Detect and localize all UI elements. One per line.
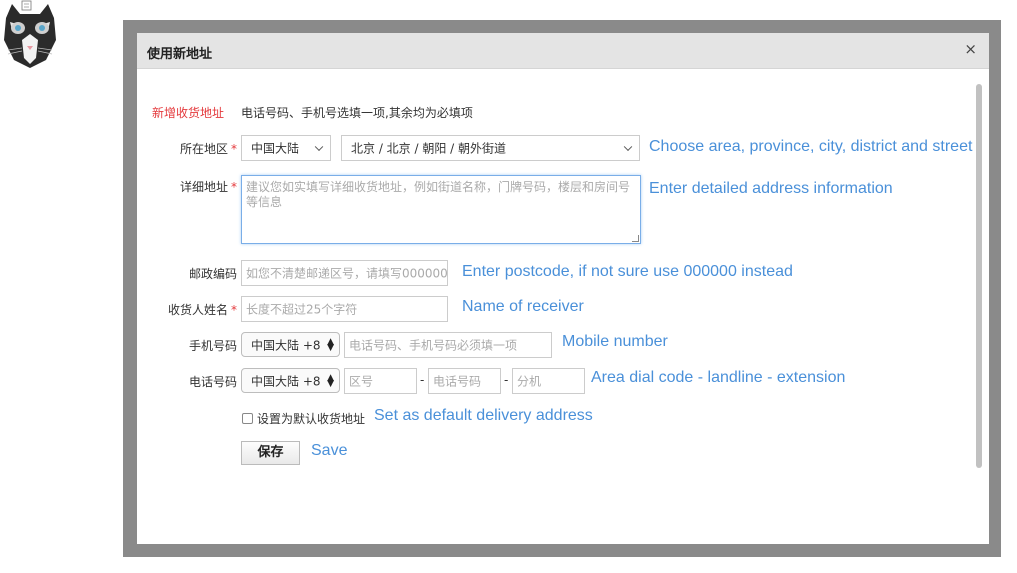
required-mark: * (231, 303, 237, 317)
mobile-placeholder: 电话号码、手机号码必须填一项 (349, 338, 518, 353)
chevron-down-icon (623, 142, 633, 152)
dialog-header: 使用新地址 × (137, 33, 989, 69)
address-label-wrap: 详细地址 * (137, 178, 237, 195)
postcode-label: 邮政编码 (188, 267, 237, 281)
receiver-name-input[interactable]: 长度不超过25个字符 (241, 296, 448, 322)
mobile-hint: Mobile number (562, 333, 668, 350)
postcode-input[interactable]: 如您不清楚邮递区号，请填写000000 (241, 260, 448, 286)
default-address-hint: Set as default delivery address (374, 407, 593, 424)
required-mark: * (231, 142, 237, 156)
dialog-title: 使用新地址 (147, 47, 213, 62)
extension-input[interactable]: 分机 (512, 368, 585, 394)
landline-number-placeholder: 电话号码 (433, 374, 482, 389)
cat-avatar-icon (4, 0, 56, 68)
mobile-country-code-select[interactable]: 中国大陆 +86 ▲ ▼ (241, 332, 340, 357)
area-code-placeholder: 区号 (349, 374, 374, 389)
postcode-hint: Enter postcode, if not sure use 000000 i… (462, 263, 793, 280)
receiver-hint: Name of receiver (462, 298, 584, 315)
region-label-wrap: 所在地区 * (137, 140, 237, 157)
select-arrows-icon: ▲ ▼ (327, 336, 334, 353)
form-heading: 新增收货地址 (152, 106, 225, 120)
form-note: 电话号码、手机号选填一项,其余均为必填项 (241, 106, 473, 120)
address-placeholder: 建议您如实填写详细收货地址，例如街道名称，门牌号码，楼层和房间号等信息 (246, 180, 631, 209)
country-select-value: 中国大陆 (251, 141, 300, 156)
close-icon[interactable]: × (964, 40, 977, 58)
region-label: 所在地区 (179, 142, 228, 156)
mobile-input[interactable]: 电话号码、手机号码必须填一项 (344, 332, 552, 358)
required-mark: * (231, 180, 237, 194)
address-label: 详细地址 (179, 180, 228, 194)
region-select-value: 北京 / 北京 / 朝阳 / 朝外街道 (351, 141, 507, 156)
save-button[interactable]: 保存 (241, 441, 300, 465)
mobile-label: 手机号码 (188, 339, 237, 353)
landline-country-code-select[interactable]: 中国大陆 +86 ▲ ▼ (241, 368, 340, 393)
scroll-thumb[interactable] (976, 84, 982, 468)
separator: - (504, 373, 509, 387)
extension-placeholder: 分机 (517, 374, 542, 389)
receiver-label: 收货人姓名 (167, 303, 228, 317)
separator: - (420, 373, 425, 387)
receiver-placeholder: 长度不超过25个字符 (246, 302, 358, 317)
landline-label: 电话号码 (188, 375, 237, 389)
landline-hint: Area dial code - landline - extension (591, 369, 846, 386)
chevron-down-icon (314, 142, 324, 152)
region-select[interactable]: 北京 / 北京 / 朝阳 / 朝外街道 (341, 135, 640, 161)
area-code-input[interactable]: 区号 (344, 368, 417, 394)
country-select[interactable]: 中国大陆 (241, 135, 331, 161)
address-textarea[interactable]: 建议您如实填写详细收货地址，例如街道名称，门牌号码，楼层和房间号等信息 (241, 175, 641, 244)
landline-country-code-value: 中国大陆 +86 (251, 374, 321, 388)
region-hint: Choose area, province, city, district an… (649, 138, 973, 155)
mobile-country-code-value: 中国大陆 +86 (251, 338, 321, 352)
default-address-checkbox[interactable] (242, 413, 253, 424)
landline-number-input[interactable]: 电话号码 (428, 368, 501, 394)
postcode-placeholder: 如您不清楚邮递区号，请填写000000 (246, 266, 448, 281)
default-address-label[interactable]: 设置为默认收货地址 (257, 410, 365, 427)
dialog-scrollbar[interactable] (972, 80, 986, 540)
address-hint: Enter detailed address information (649, 180, 893, 197)
resize-handle-icon[interactable] (632, 235, 639, 242)
select-arrows-icon: ▲ ▼ (327, 372, 334, 389)
new-address-dialog: 使用新地址 × 新增收货地址 电话号码、手机号选填一项,其余均为必填项 所在地区… (137, 33, 989, 544)
save-hint: Save (311, 442, 348, 459)
receiver-label-wrap: 收货人姓名 * (137, 301, 237, 318)
